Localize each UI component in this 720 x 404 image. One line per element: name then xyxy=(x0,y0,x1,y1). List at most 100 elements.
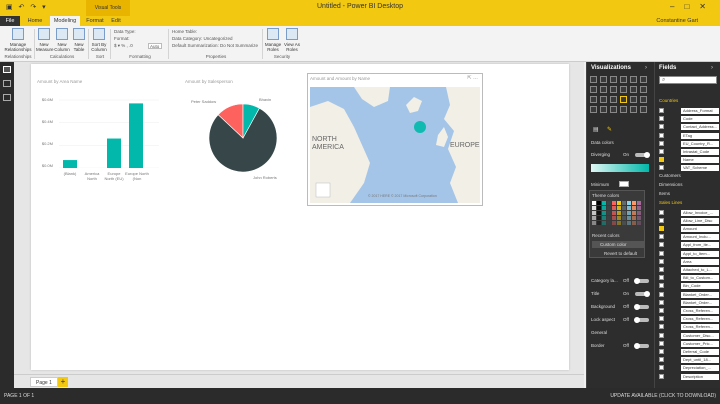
color-swatch[interactable] xyxy=(602,221,606,225)
color-swatch[interactable] xyxy=(632,216,636,220)
color-swatch[interactable] xyxy=(637,211,641,215)
color-swatch[interactable] xyxy=(637,206,641,210)
color-swatch[interactable] xyxy=(597,211,601,215)
color-swatch[interactable] xyxy=(637,221,641,225)
color-swatch[interactable] xyxy=(627,206,631,210)
color-swatch[interactable] xyxy=(627,201,631,205)
page-tab-1[interactable]: Page 1 xyxy=(30,377,58,387)
color-swatch[interactable] xyxy=(627,221,631,225)
visual-type-icon[interactable] xyxy=(610,76,617,83)
field-checkbox[interactable] xyxy=(659,165,664,171)
color-swatch[interactable] xyxy=(637,216,641,220)
color-swatch[interactable] xyxy=(597,206,601,210)
field-checkbox[interactable] xyxy=(659,340,664,346)
default-summarization-label[interactable]: Default Summarization: Do Not Summarize xyxy=(172,43,258,48)
visual-type-icon[interactable] xyxy=(630,76,637,83)
field-checkbox[interactable] xyxy=(659,316,664,322)
fields-search-input[interactable]: ⌕ xyxy=(659,76,717,84)
visual-type-icon[interactable] xyxy=(630,86,637,93)
home-table-label[interactable]: Home Table: xyxy=(172,29,197,34)
field-checkbox[interactable] xyxy=(659,157,664,163)
color-swatch[interactable] xyxy=(612,211,616,215)
color-swatch[interactable] xyxy=(607,201,611,205)
bar-chart-visual[interactable]: Amount by Area Name $0.6M $0.4M $0.2M $0… xyxy=(35,76,165,201)
report-view-icon[interactable] xyxy=(3,66,11,73)
revert-to-default-link[interactable]: Revert to default xyxy=(604,251,637,256)
report-page[interactable]: Amount by Area Name $0.6M $0.4M $0.2M $0… xyxy=(31,64,569,370)
color-swatch[interactable] xyxy=(592,211,596,215)
field-checkbox[interactable] xyxy=(659,124,664,130)
field-checkbox[interactable] xyxy=(659,108,664,113)
color-swatch[interactable] xyxy=(627,211,631,215)
data-view-icon[interactable] xyxy=(3,80,11,87)
field-checkbox[interactable] xyxy=(659,116,664,122)
visual-type-icon[interactable] xyxy=(610,86,617,93)
tab-format[interactable]: Format xyxy=(84,16,106,26)
field-table-0[interactable]: Countries xyxy=(659,98,678,103)
minimum-color-picker[interactable] xyxy=(619,181,629,187)
visual-type-icon[interactable] xyxy=(620,76,627,83)
visual-type-icon[interactable] xyxy=(610,106,617,113)
format-category-labels[interactable]: Category la... xyxy=(591,278,618,283)
color-swatch[interactable] xyxy=(602,206,606,210)
add-page-button[interactable]: + xyxy=(58,377,68,387)
border-toggle[interactable] xyxy=(634,343,649,349)
color-swatch[interactable] xyxy=(607,216,611,220)
visual-type-icon[interactable] xyxy=(620,96,627,103)
data-type-label[interactable]: Data Type: xyxy=(114,29,136,34)
visual-type-icon[interactable] xyxy=(600,86,607,93)
field-checkbox[interactable] xyxy=(659,132,664,138)
field-checkbox[interactable] xyxy=(659,209,664,215)
pie-chart-visual[interactable]: Amount by Salesperson Peter Saddow Bhavi… xyxy=(183,76,303,201)
color-swatch[interactable] xyxy=(597,201,601,205)
custom-color-option[interactable]: Custom color xyxy=(592,241,644,248)
field-table-2[interactable]: Dimensions xyxy=(659,182,683,187)
sort-by-column-button[interactable]: Sort By Column xyxy=(90,28,108,52)
field-checkbox[interactable] xyxy=(659,349,664,354)
color-swatch[interactable] xyxy=(632,221,636,225)
color-swatch[interactable] xyxy=(627,216,631,220)
color-swatch[interactable] xyxy=(617,216,621,220)
field-checkbox[interactable] xyxy=(659,291,664,297)
update-available-link[interactable]: UPDATE AVAILABLE (CLICK TO DOWNLOAD) xyxy=(610,393,716,399)
visual-type-icon[interactable] xyxy=(640,96,647,103)
field-checkbox[interactable] xyxy=(659,250,664,256)
color-swatch[interactable] xyxy=(632,211,636,215)
color-swatch[interactable] xyxy=(622,211,626,215)
field-checkbox[interactable] xyxy=(659,299,664,305)
gradient-bar[interactable] xyxy=(591,164,649,172)
color-swatch[interactable] xyxy=(617,221,621,225)
color-swatch[interactable] xyxy=(622,206,626,210)
color-swatch[interactable] xyxy=(602,201,606,205)
new-table-button[interactable]: New Table xyxy=(72,28,86,52)
field-checkbox[interactable] xyxy=(659,149,664,154)
user-name[interactable]: Constantine Gart xyxy=(656,18,698,24)
color-swatch[interactable] xyxy=(617,206,621,210)
field-checkbox[interactable] xyxy=(659,258,664,264)
field-checkbox[interactable] xyxy=(659,267,664,272)
color-swatch[interactable] xyxy=(597,221,601,225)
color-swatch[interactable] xyxy=(622,201,626,205)
color-swatch[interactable] xyxy=(612,201,616,205)
visual-type-icon[interactable] xyxy=(590,76,597,83)
color-swatch[interactable] xyxy=(617,211,621,215)
field-checkbox[interactable] xyxy=(659,217,664,223)
color-swatch[interactable] xyxy=(607,206,611,210)
color-swatch[interactable] xyxy=(592,221,596,225)
color-swatch[interactable] xyxy=(607,211,611,215)
visual-type-icon[interactable] xyxy=(590,96,597,103)
visual-type-icon[interactable] xyxy=(600,96,607,103)
field-checkbox[interactable] xyxy=(659,365,664,371)
field-checkbox[interactable] xyxy=(659,226,664,231)
visual-type-icon[interactable] xyxy=(620,86,627,93)
background-toggle[interactable] xyxy=(634,304,649,310)
visual-type-icon[interactable] xyxy=(600,76,607,83)
color-swatch[interactable] xyxy=(592,216,596,220)
color-swatch[interactable] xyxy=(602,216,606,220)
diverging-toggle[interactable] xyxy=(635,152,650,158)
field-table-1[interactable]: Customers xyxy=(659,173,681,178)
color-swatch[interactable] xyxy=(612,221,616,225)
new-measure-button[interactable]: New Measure xyxy=(36,28,54,52)
collapse-fields-icon[interactable]: › xyxy=(711,65,713,71)
tab-home[interactable]: Home xyxy=(24,16,46,26)
